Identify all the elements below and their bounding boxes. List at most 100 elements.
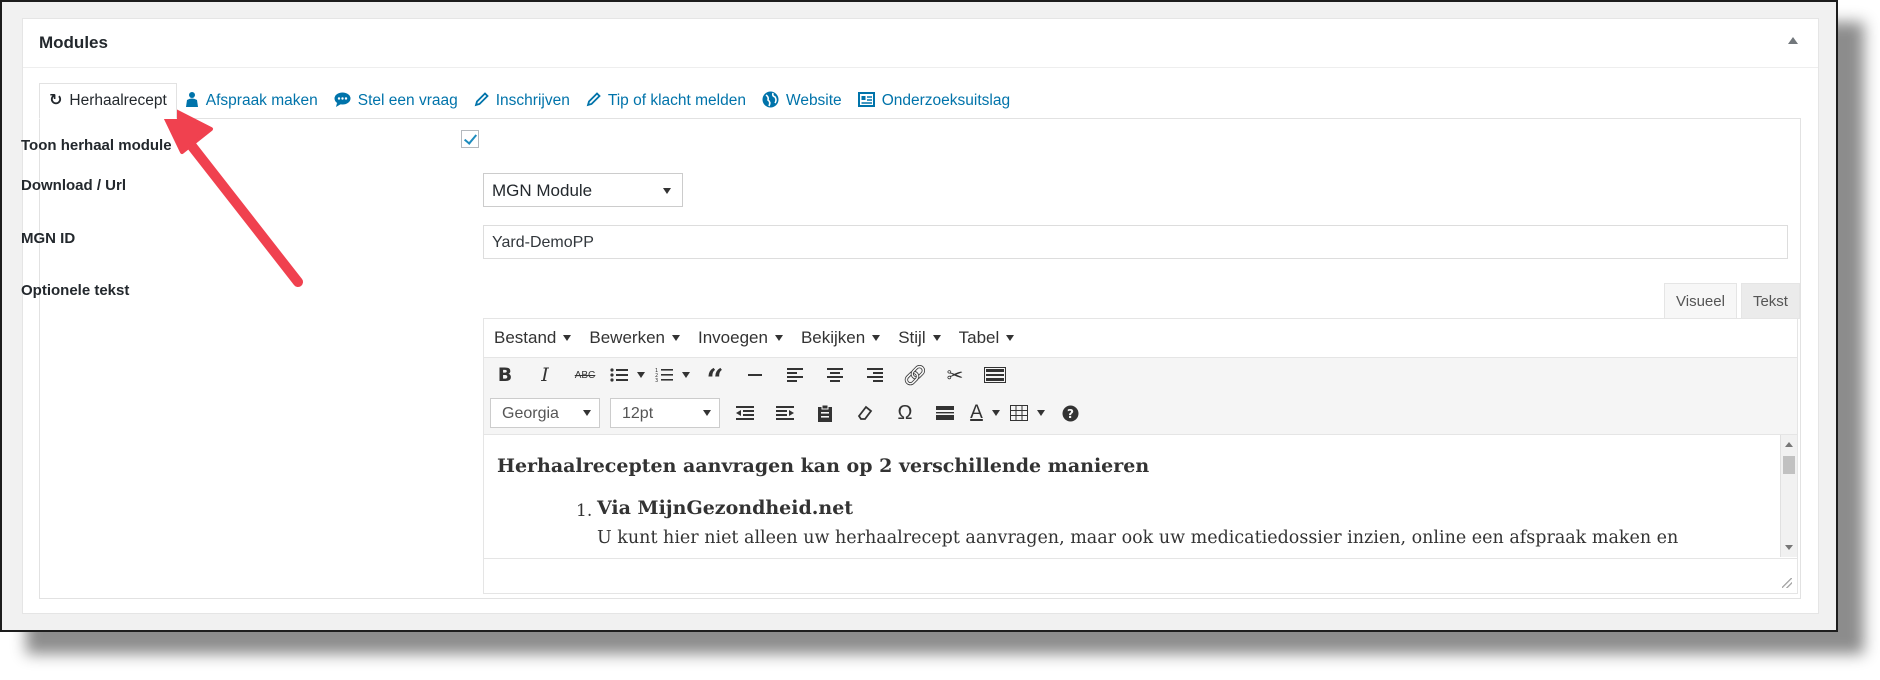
tab-label: Stel een vraag (357, 92, 458, 109)
editor-mode-tabs: Visueel Tekst (1660, 283, 1800, 319)
horizontal-line-button[interactable] (740, 360, 770, 390)
help-button[interactable]: ? (1055, 398, 1085, 428)
resize-handle-icon[interactable] (1782, 578, 1792, 588)
menu-bekijken[interactable]: Bekijken (800, 328, 881, 348)
special-character-button[interactable]: Ω (890, 398, 920, 428)
bold-button[interactable]: B (490, 360, 520, 390)
mgn-id-input[interactable]: Yard-DemoPP (483, 225, 1788, 259)
chevron-down-icon (672, 335, 680, 341)
tab-label: Herhaalrecept (69, 92, 167, 109)
chevron-down-icon (703, 410, 711, 416)
svg-text:?: ? (1067, 407, 1074, 421)
list-item-title: Via MijnGezondheid.net (597, 497, 854, 519)
download-url-label: Download / Url (21, 177, 126, 194)
toon-herhaal-module-label: Toon herhaal module (21, 137, 172, 154)
align-left-button[interactable] (780, 360, 810, 390)
insert-more-button[interactable] (930, 398, 960, 428)
table-button[interactable] (1010, 398, 1045, 428)
menu-invoegen[interactable]: Invoegen (698, 328, 783, 348)
person-icon (185, 91, 199, 111)
pencil-icon (474, 91, 489, 111)
italic-button[interactable]: I (530, 360, 560, 390)
scroll-up-icon[interactable] (1785, 442, 1793, 447)
menu-stijl[interactable]: Stijl (898, 328, 941, 348)
align-right-icon (867, 368, 883, 382)
globe-icon (762, 91, 779, 112)
outdent-button[interactable] (730, 398, 760, 428)
keyboard-icon (984, 367, 1006, 383)
list-number: 1. (576, 501, 593, 521)
tab-stel-een-vraag[interactable]: Stel een vraag (326, 83, 466, 119)
tab-website[interactable]: Website (754, 83, 850, 119)
align-left-icon (787, 368, 803, 382)
toolbar-row-2: Georgia 12pt Ω A ? (490, 396, 1095, 430)
bullet-list-button[interactable] (610, 360, 645, 390)
font-family-select[interactable]: Georgia (490, 398, 600, 428)
tab-label: Afspraak maken (205, 92, 318, 109)
document-icon (857, 91, 875, 111)
download-url-select[interactable]: MGN Module (483, 173, 683, 207)
remove-link-button[interactable]: ✂︎ (940, 360, 970, 390)
outdent-icon (736, 406, 754, 420)
toolbar-toggle-button[interactable] (980, 360, 1010, 390)
omega-icon: Ω (897, 401, 913, 424)
collapse-toggle-icon[interactable] (1788, 37, 1798, 44)
tab-tip-of-klacht-melden[interactable]: Tip of klacht melden (578, 83, 754, 119)
menu-bewerken[interactable]: Bewerken (589, 328, 680, 348)
menu-label: Bewerken (589, 328, 665, 347)
horizontal-line-icon (748, 374, 762, 376)
chevron-down-icon (663, 188, 671, 194)
chevron-down-icon (774, 335, 783, 341)
download-url-value: MGN Module (492, 181, 593, 200)
editor-content[interactable]: Herhaalrecepten aanvragen kan op 2 versc… (484, 435, 1780, 557)
text-color-icon: A (970, 402, 983, 423)
tab-label: Website (785, 92, 842, 109)
eraser-icon (857, 405, 873, 420)
link-icon: 🔗︎ (902, 364, 928, 387)
indent-button[interactable] (770, 398, 800, 428)
numbered-list-icon: 123 (655, 368, 673, 383)
postbox-title: Modules (39, 33, 108, 52)
scroll-thumb[interactable] (1783, 456, 1795, 474)
tab-onderzoeksuitslag[interactable]: Onderzoeksuitslag (850, 83, 1018, 119)
tab-label: Tip of klacht melden (607, 92, 746, 109)
insert-link-button[interactable]: 🔗︎ (900, 360, 930, 390)
tab-tekst[interactable]: Tekst (1740, 283, 1800, 319)
chevron-down-icon (1006, 335, 1015, 341)
tab-label: Onderzoeksuitslag (881, 92, 1011, 109)
numbered-list-button[interactable]: 123 (655, 360, 690, 390)
clipboard-icon (818, 404, 832, 422)
rich-text-editor: Bestand Bewerken Invoegen Bekijken Stijl… (483, 318, 1798, 594)
menu-tabel[interactable]: Tabel (959, 328, 1015, 348)
toon-herhaal-module-checkbox[interactable] (461, 130, 479, 148)
pencil-icon (586, 91, 601, 111)
quote-icon: “ (706, 363, 724, 398)
scroll-down-icon[interactable] (1785, 545, 1793, 550)
font-size-select[interactable]: 12pt (610, 398, 720, 428)
list-item-text: U kunt hier niet alleen uw herhaalrecept… (597, 528, 1679, 548)
menu-label: Invoegen (698, 328, 768, 347)
bullet-list-icon (610, 368, 628, 382)
menu-label: Tabel (958, 328, 1000, 347)
refresh-icon: ↻ (49, 92, 63, 109)
align-right-button[interactable] (860, 360, 890, 390)
paste-as-text-button[interactable] (810, 398, 840, 428)
clear-formatting-button[interactable] (850, 398, 880, 428)
chevron-down-icon (932, 335, 941, 341)
text-color-button[interactable]: A (970, 398, 1000, 428)
editor-scrollbar[interactable] (1780, 435, 1797, 557)
tab-inschrijven[interactable]: Inschrijven (466, 83, 578, 119)
blockquote-button[interactable]: “ (700, 360, 730, 396)
align-center-icon (827, 368, 843, 382)
align-center-button[interactable] (820, 360, 850, 390)
tab-label: Inschrijven (495, 92, 570, 109)
tab-herhaalrecept[interactable]: ↻ Herhaalrecept (39, 83, 177, 119)
tab-visueel[interactable]: Visueel (1664, 283, 1737, 319)
menu-bestand[interactable]: Bestand (494, 328, 572, 348)
menu-label: Bekijken (800, 328, 866, 347)
indent-icon (776, 406, 794, 420)
strikethrough-button[interactable]: ABC (570, 360, 600, 390)
postbox-header: Modules (23, 19, 1818, 68)
unlink-icon: ✂︎ (946, 364, 964, 387)
tab-afspraak-maken[interactable]: Afspraak maken (177, 83, 326, 119)
